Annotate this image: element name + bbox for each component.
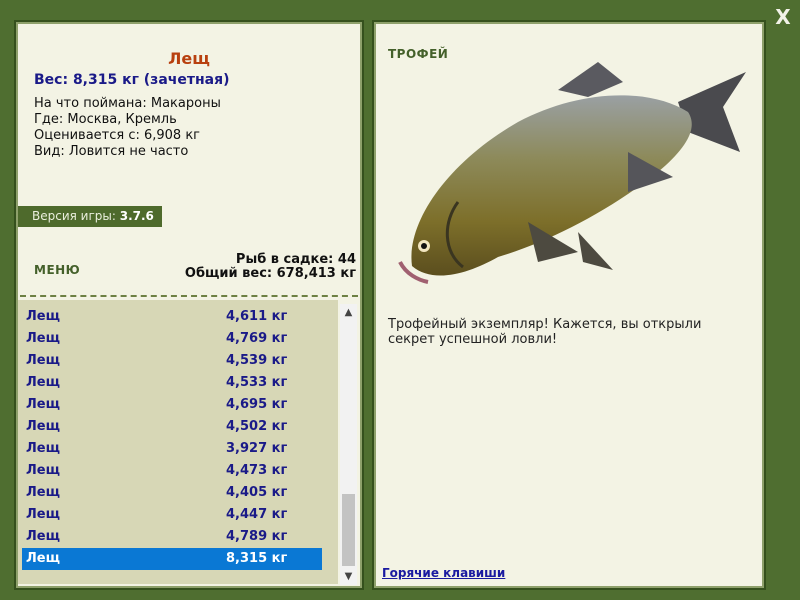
list-item-weight: 4,539 кг <box>226 353 288 368</box>
list-item-weight: 4,405 кг <box>226 485 288 500</box>
fish-count: Рыб в садке: 44 <box>235 252 356 267</box>
list-item-name: Лещ <box>26 551 60 566</box>
list-item-weight: 3,927 кг <box>226 441 288 456</box>
list-item[interactable]: Лещ 4,405 кг <box>22 482 322 504</box>
list-item-name: Лещ <box>26 353 60 368</box>
menu-button[interactable]: МЕНЮ <box>34 263 80 277</box>
list-item[interactable]: Лещ 4,473 кг <box>22 460 322 482</box>
trophy-description: Трофейный экземпляр! Кажется, вы открыли… <box>388 317 702 347</box>
list-item[interactable]: Лещ 4,789 кг <box>22 526 322 548</box>
trophy-panel: ТРОФЕЙ Трофейный экземпляр! Кажется, вы … <box>372 20 766 590</box>
hotkeys-link[interactable]: Горячие клавиши <box>382 566 505 580</box>
list-item-name: Лещ <box>26 441 60 456</box>
list-item-weight: 4,789 кг <box>226 529 288 544</box>
list-item-weight: 4,447 кг <box>226 507 288 522</box>
total-weight: Общий вес: 678,413 кг <box>184 266 356 281</box>
list-scrollbar[interactable]: ▲ ▼ <box>340 304 357 585</box>
list-item[interactable]: Лещ 8,315 кг <box>22 548 322 570</box>
list-item[interactable]: Лещ 4,611 кг <box>22 306 322 328</box>
list-item-weight: 4,769 кг <box>226 331 288 346</box>
catch-list[interactable]: Лещ 4,611 кг Лещ 4,769 кг Лещ 4,539 кг Лещ 4,53… <box>18 300 338 584</box>
list-item-name: Лещ <box>26 309 60 324</box>
list-item-weight: 4,533 кг <box>226 375 288 390</box>
list-item-weight: 4,473 кг <box>226 463 288 478</box>
list-item-name: Лещ <box>26 485 60 500</box>
list-item-name: Лещ <box>26 529 60 544</box>
list-item[interactable]: Лещ 4,447 кг <box>22 504 322 526</box>
scroll-down-icon[interactable]: ▼ <box>340 568 357 585</box>
fish-info-panel: Лещ Вес: 8,315 кг (зачетная) На что пойм… <box>14 20 364 590</box>
list-item-weight: 4,502 кг <box>226 419 288 434</box>
list-item-name: Лещ <box>26 331 60 346</box>
catch-stats: Рыб в садке: 44 Общий вес: 678,413 кг <box>185 253 356 281</box>
kind-info: Вид: Ловится не часто <box>34 144 189 159</box>
list-item[interactable]: Лещ 4,769 кг <box>22 328 322 350</box>
list-item-name: Лещ <box>26 397 60 412</box>
list-item[interactable]: Лещ 4,539 кг <box>22 350 322 372</box>
list-item-name: Лещ <box>26 419 60 434</box>
list-item[interactable]: Лещ 4,533 кг <box>22 372 322 394</box>
scroll-up-icon[interactable]: ▲ <box>340 304 357 321</box>
fish-weight: Вес: 8,315 кг (зачетная) <box>34 72 230 88</box>
scroll-thumb[interactable] <box>342 494 355 566</box>
version-label: Версия игры: <box>32 209 116 223</box>
place-info: Где: Москва, Кремль <box>34 112 177 127</box>
version-value: 3.7.6 <box>119 209 154 223</box>
list-item-name: Лещ <box>26 463 60 478</box>
bream-fish-image <box>398 62 746 284</box>
bait-info: На что поймана: Макароны <box>34 96 221 111</box>
list-item-weight: 4,611 кг <box>226 309 288 324</box>
list-item-weight: 8,315 кг <box>226 551 288 566</box>
close-button[interactable]: X <box>770 4 796 30</box>
list-item-name: Лещ <box>26 507 60 522</box>
list-item[interactable]: Лещ 4,502 кг <box>22 416 322 438</box>
list-item[interactable]: Лещ 3,927 кг <box>22 438 322 460</box>
list-item-name: Лещ <box>26 375 60 390</box>
fish-title: Лещ <box>168 49 210 68</box>
list-item-weight: 4,695 кг <box>226 397 288 412</box>
divider <box>20 295 358 297</box>
version-bar: Версия игры: 3.7.6 <box>18 206 162 227</box>
list-item[interactable]: Лещ 4,695 кг <box>22 394 322 416</box>
rated-info: Оценивается с: 6,908 кг <box>34 128 201 143</box>
